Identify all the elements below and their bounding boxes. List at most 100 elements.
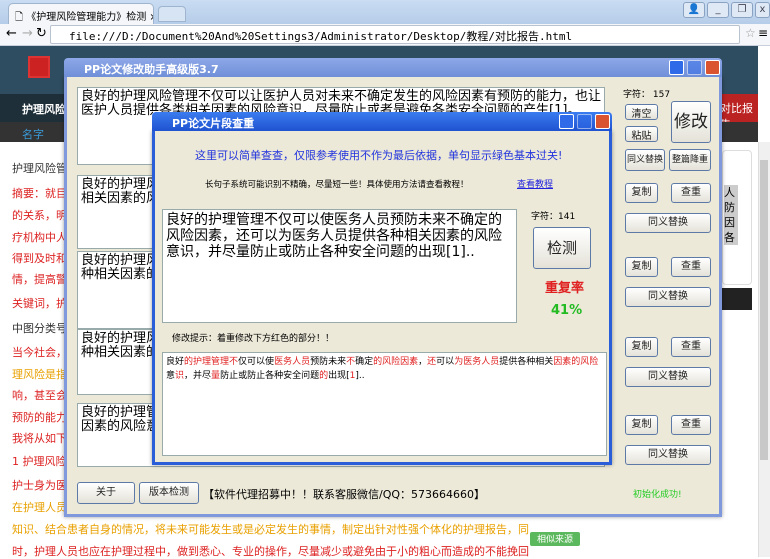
about-button[interactable]: 关于 (77, 482, 135, 504)
ok-segment: 防止或防止各种安全问题 (220, 371, 320, 381)
nav-item[interactable]: 护理风险 (22, 101, 66, 117)
char-count: 字符：141 (531, 212, 576, 222)
repeat-rate-label: 重复率 (545, 281, 585, 296)
check-button[interactable]: 查重 (671, 183, 711, 203)
minimize-button[interactable] (559, 114, 574, 129)
maximize-button[interactable] (687, 60, 702, 75)
text-line: 关键词，护 (12, 297, 67, 310)
text-line: 理风险是指 (12, 368, 67, 381)
ok-segment: 意 (166, 371, 176, 381)
minimize-button[interactable] (669, 60, 684, 75)
text-line: 预防的能力 (12, 411, 67, 424)
address-bar[interactable]: file:///D:/Document%20And%20Settings3/Ad… (50, 25, 740, 44)
check-button[interactable]: 查重 (671, 257, 711, 277)
similar-source-badge[interactable]: 相似来源 (530, 532, 580, 546)
paste-button[interactable]: 粘贴 (625, 126, 658, 142)
text-line: 护士身为医 (12, 479, 67, 492)
synonym-button[interactable]: 同义替换 (625, 213, 711, 233)
clear-button[interactable]: 清空 (625, 104, 658, 120)
snippet-titlebar: PP论文片段查重 (152, 112, 612, 131)
ok-segment: 良好 (166, 357, 185, 367)
duplicate-segment: 的 (319, 371, 329, 381)
text-line: 我将从如下 (12, 432, 67, 445)
version-check-button[interactable]: 版本检测 (139, 482, 199, 504)
page-icon: 🗋 (15, 12, 27, 23)
ok-segment: 可以 (436, 357, 455, 367)
modify-button[interactable]: 修改 (671, 101, 711, 143)
text-line: 中图分类号 (12, 322, 67, 335)
text-line: 在护理人员 (12, 501, 67, 514)
scrollbar-thumb[interactable] (760, 160, 768, 460)
duplicate-segment: 不 (346, 357, 356, 367)
duplicate-segment: 医务人员 (274, 357, 311, 367)
user-icon[interactable]: 👤 (683, 2, 705, 18)
forward-icon[interactable]: → (22, 26, 33, 41)
hint-text: 修改提示：着重修改下方红色的部分！！ (172, 334, 335, 344)
new-tab-button[interactable] (158, 6, 186, 22)
status-text: 初始化成功! (633, 490, 682, 500)
browser-toolbar: ← → ↻ file:///D:/Document%20And%20Settin… (0, 24, 770, 46)
copy-button[interactable]: 复制 (625, 415, 658, 435)
back-icon[interactable]: ← (6, 26, 17, 41)
detect-button[interactable]: 检测 (533, 227, 591, 269)
copy-button[interactable]: 复制 (625, 183, 658, 203)
ad-text: 【软件代理招募中！！联系客服微信/QQ：573664660】 (203, 488, 486, 501)
duplicate-segment: 识 (175, 371, 185, 381)
text-line: 1 护理风险 (12, 455, 67, 468)
synonym-button[interactable]: 同义替换 (625, 445, 711, 465)
ok-segment: 提供各种相关 (499, 357, 554, 367)
browser-tab[interactable]: 🗋 《护理风险管理能力》检测 × (8, 3, 154, 24)
text-line: 得到及时和 (12, 252, 67, 265)
text-line: 疗机构中人 (12, 231, 67, 244)
text-line: 知识、结合患者自身的情况，将未来可能发生或是必定发生的事情，制定出针对性强个体化… (12, 523, 529, 536)
assistant-titlebar: PP论文修改助手高级版3.7 (64, 58, 722, 77)
ok-segment: ， (418, 357, 428, 367)
maximize-button[interactable] (577, 114, 592, 129)
ok-segment: 仅可以使 (238, 357, 275, 367)
name-tab[interactable]: 名字 (22, 126, 44, 142)
reload-icon[interactable]: ↻ (36, 26, 47, 41)
tutorial-link[interactable]: 查看教程 (517, 177, 553, 190)
text-line: 摘要：就目 (12, 187, 67, 200)
duplicate-segment: 不 (229, 357, 239, 367)
tip-text: 长句子系统可能识别不精确，尽量短一些！具体使用方法请查看教程！ (205, 180, 469, 190)
close-button[interactable] (595, 114, 610, 129)
result-box[interactable]: 良好的护理管理不仅可以使医务人员预防未来不确定的风险因素，还可以为医务人员提供各… (162, 352, 607, 456)
text-line: 护理风险管 (12, 162, 67, 175)
duplicate-segment: 为医务人员 (454, 357, 500, 367)
repeat-rate-value: 41% (551, 303, 583, 318)
duplicate-segment: 的风险因素 (373, 357, 419, 367)
snippet-input[interactable]: 良好的护理管理不仅可以使医务人员预防未来不确定的风险因素，还可以为医务人员提供各… (162, 209, 517, 323)
ok-segment: 预防未来 (310, 357, 347, 367)
ok-segment: ，并尽 (184, 371, 212, 381)
check-button[interactable]: 查重 (671, 337, 711, 357)
copy-button[interactable]: 复制 (625, 337, 658, 357)
synonym-button[interactable]: 同义替换 (625, 287, 711, 307)
copy-button[interactable]: 复制 (625, 257, 658, 277)
close-button[interactable]: x (755, 2, 770, 18)
duplicate-segment: 还 (427, 357, 437, 367)
site-logo (28, 56, 50, 78)
whole-reduce-button[interactable]: 整篇降重 (669, 149, 711, 171)
notice-text: 这里可以简单查查，仅限参考使用不作为最后依据，单句显示绿色基本过关! (195, 149, 563, 162)
side-panel-header (722, 288, 752, 310)
text-line: 当今社会， (12, 346, 67, 359)
duplicate-segment: 因素的风险 (553, 357, 599, 367)
text-line: 响，甚至会 (12, 389, 67, 402)
ok-segment: 出现[ (328, 371, 350, 381)
synonym-button[interactable]: 同义替换 (625, 149, 665, 171)
close-button[interactable] (705, 60, 720, 75)
menu-icon[interactable]: ≡ (758, 26, 768, 40)
star-icon[interactable]: ☆ (745, 26, 756, 40)
check-button[interactable]: 查重 (671, 415, 711, 435)
synonym-button[interactable]: 同义替换 (625, 367, 711, 387)
compare-report-tab[interactable]: 对比报告 (720, 94, 758, 131)
minimize-button[interactable]: _ (707, 2, 729, 18)
text-line: 情，提高警 (12, 273, 67, 286)
ok-segment: ].. (355, 371, 365, 381)
text-line: 的关系，明 (12, 209, 67, 222)
ok-segment: 确定 (355, 357, 374, 367)
duplicate-segment: 的护理管理 (184, 357, 230, 367)
duplicate-segment: 量 (211, 371, 221, 381)
restore-button[interactable]: ❐ (731, 2, 753, 18)
